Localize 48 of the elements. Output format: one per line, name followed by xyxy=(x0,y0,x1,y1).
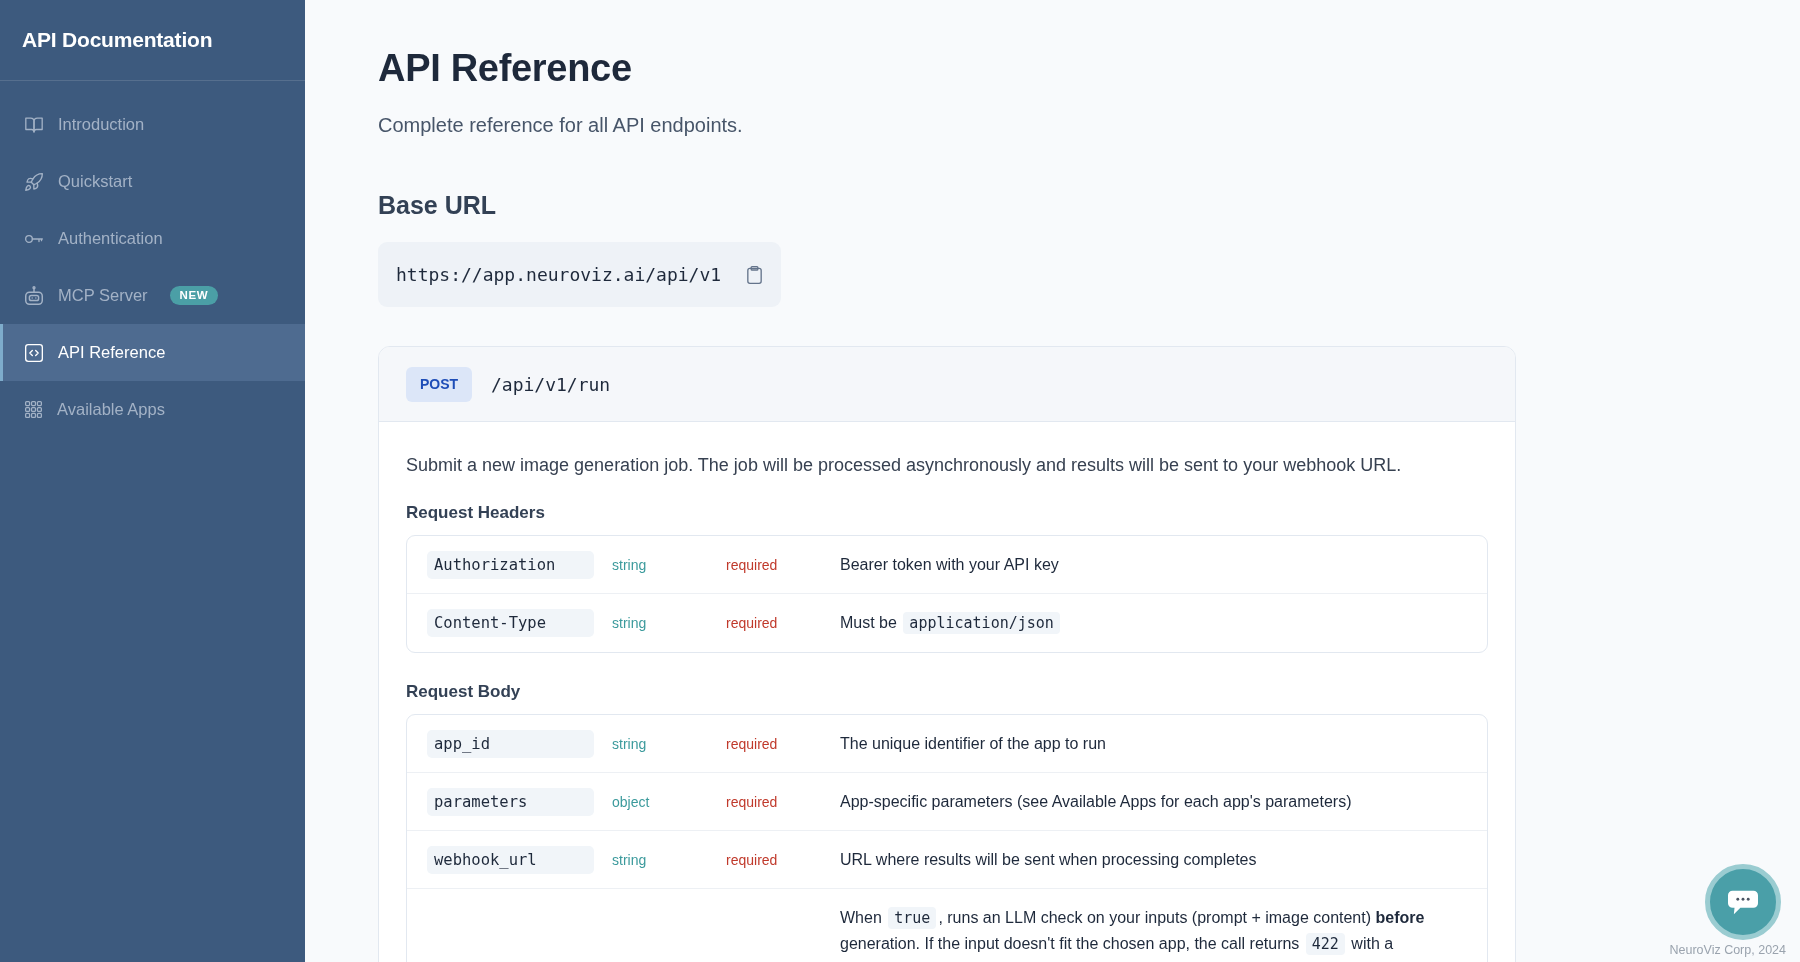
endpoint-description: Submit a new image generation job. The job will be processed asynchronously and results will be sent to your webhook URL. xyxy=(406,454,1403,477)
param-type: string xyxy=(612,615,647,631)
code-icon xyxy=(25,343,43,362)
nav-item[interactable]: Available Apps xyxy=(0,381,305,438)
param-type: string xyxy=(612,851,647,868)
param-name: webhook_url xyxy=(427,845,594,874)
nav-item[interactable]: MCP Server NEW xyxy=(0,267,305,324)
param-requirement: required xyxy=(726,735,778,752)
chat-bubble-icon xyxy=(1728,889,1758,915)
method-badge: POST xyxy=(406,366,472,402)
copy-button[interactable] xyxy=(747,265,763,284)
param-type: object xyxy=(612,793,650,810)
param-description: The unique identifier of the app to run xyxy=(840,734,1107,754)
param-description: Must be application/json xyxy=(840,594,1467,652)
param-description: App-specific parameters (see Available Apps for each app's parameters) xyxy=(840,792,1353,812)
subsection-heading: Request Headers xyxy=(406,502,546,524)
endpoint-path: /api/v1/run xyxy=(491,373,611,395)
param-requirement: required xyxy=(726,851,778,868)
base-url-text: https://app.neuroviz.ai/api/v1 xyxy=(396,264,722,285)
subsection-heading: Request Body xyxy=(406,681,522,703)
param-name: Authorization xyxy=(427,550,594,579)
param-type: string xyxy=(612,556,647,573)
param-description: Bearer token with your API key xyxy=(840,555,1060,575)
param-name: app_id xyxy=(427,729,594,758)
rocket-icon xyxy=(25,172,43,191)
param-description: URL where results will be sent when processing completes xyxy=(840,850,1258,870)
nav-item[interactable]: Authentication xyxy=(0,210,305,267)
param-name: Content-Type xyxy=(427,609,594,637)
param-requirement: required xyxy=(726,793,778,810)
sidebar-title: API Documentation xyxy=(22,28,213,52)
key-icon xyxy=(25,234,43,243)
new-badge: NEW xyxy=(169,286,219,305)
param-requirement: required xyxy=(726,556,778,573)
param-requirement: required xyxy=(726,615,778,631)
grid-icon xyxy=(25,401,42,418)
param-name: parameters xyxy=(427,787,594,816)
nav-item[interactable]: Introduction xyxy=(0,96,305,153)
page-title: API Reference xyxy=(378,46,633,91)
copyright-text: NeuroViz Corp, 2024 xyxy=(1669,943,1786,957)
nav-item[interactable]: Quickstart xyxy=(0,153,305,210)
param-description: When true , runs an LLM check on your inputs (prompt + image content) before generation. If the input doesn't fit the chosen app, the call returns 422 with a xyxy=(840,906,1426,957)
clipboard-icon xyxy=(747,265,763,284)
nav-item[interactable]: API Reference xyxy=(0,324,305,381)
param-type: string xyxy=(612,735,647,752)
section-heading: Base URL xyxy=(378,190,498,220)
page-subtitle: Complete reference for all API endpoints. xyxy=(378,113,744,138)
robot-icon xyxy=(25,286,43,305)
book-icon xyxy=(25,116,43,133)
